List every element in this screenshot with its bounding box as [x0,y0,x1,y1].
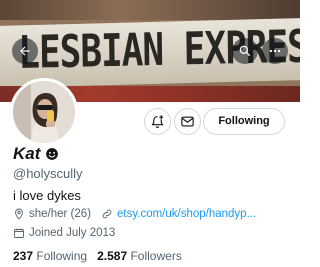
following-count-label: Following [36,249,88,263]
joined-row: Joined July 2013 [13,227,115,239]
back-button[interactable] [12,38,38,64]
handle: @holyscully [13,166,83,181]
display-name-row: Kat [13,144,59,164]
notifications-button[interactable] [144,108,171,135]
followers-count-label: Followers [130,249,182,263]
avatar-image [13,81,75,143]
following-count: 237 [13,249,34,263]
profile-meta-row: she/her (26) etsy.com/uk/shop/handyp... [13,208,256,220]
smiley-emoji-icon [46,148,59,160]
link-icon [102,209,112,219]
avatar[interactable] [10,78,78,146]
follow-counts: 237 Following 2.587 Followers [13,249,182,263]
following-link[interactable]: 237 Following [13,249,87,263]
message-button[interactable] [174,108,201,135]
followers-count: 2.587 [97,249,128,263]
envelope-icon [181,116,194,127]
more-button[interactable] [262,38,288,64]
back-arrow-icon [20,46,30,56]
joined-text: Joined July 2013 [29,227,116,239]
location-pin-icon [15,208,23,220]
website-link[interactable]: etsy.com/uk/shop/handyp... [117,208,256,220]
search-icon [239,45,251,57]
following-button[interactable]: Following [203,108,285,135]
display-name: Kat [13,144,41,163]
notification-plus-icon [151,115,164,129]
bio: i love dykes [13,188,81,203]
banner-top-strip [0,0,300,20]
followers-link[interactable]: 2.587 Followers [97,249,182,263]
location-text: she/her (26) [29,208,92,220]
search-button[interactable] [232,38,258,64]
calendar-icon [14,228,24,238]
more-icon [269,49,281,53]
